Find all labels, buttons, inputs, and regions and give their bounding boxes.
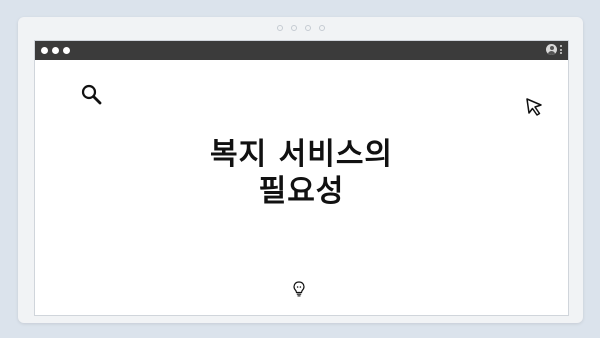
- frame-dot: [304, 25, 311, 31]
- kebab-menu-icon[interactable]: [560, 45, 562, 54]
- search-icon: [80, 83, 104, 107]
- frame-dots: [18, 25, 583, 31]
- window-controls: [41, 47, 70, 54]
- titlebar-actions: [546, 44, 562, 55]
- page-title: 복지 서비스의 필요성: [35, 136, 568, 210]
- frame-dot: [318, 25, 325, 31]
- lightbulb-icon: [292, 280, 306, 298]
- browser-window: 복지 서비스의 필요성: [34, 40, 569, 316]
- browser-titlebar: [35, 41, 568, 60]
- window-close-dot[interactable]: [41, 47, 48, 54]
- page-title-line1: 복지 서비스의: [209, 137, 394, 172]
- page-title-line2: 필요성: [258, 174, 345, 209]
- window-maximize-dot[interactable]: [63, 47, 70, 54]
- window-minimize-dot[interactable]: [52, 47, 59, 54]
- frame-dot: [290, 25, 297, 31]
- cursor-arrow-icon: [524, 96, 546, 118]
- frame-dot: [276, 25, 283, 31]
- profile-icon[interactable]: [546, 44, 557, 55]
